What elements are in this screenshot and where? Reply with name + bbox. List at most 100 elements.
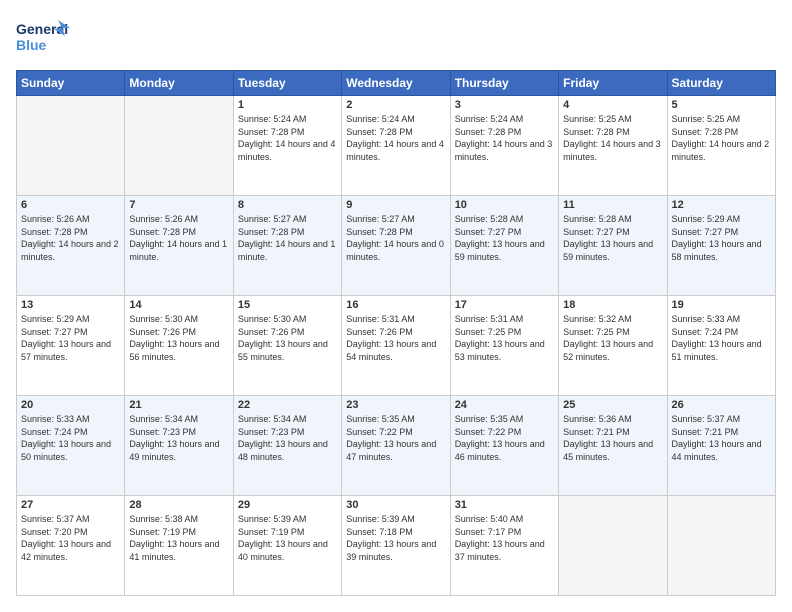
- day-info: Sunrise: 5:33 AMSunset: 7:24 PMDaylight:…: [21, 413, 120, 463]
- calendar-day: 8 Sunrise: 5:27 AMSunset: 7:28 PMDaylight…: [233, 196, 341, 296]
- day-number: 14: [129, 299, 228, 311]
- calendar-day: 28 Sunrise: 5:38 AMSunset: 7:19 PMDayligh…: [125, 496, 233, 596]
- day-info: Sunrise: 5:31 AMSunset: 7:26 PMDaylight:…: [346, 313, 445, 363]
- calendar-week-1: 1 Sunrise: 5:24 AMSunset: 7:28 PMDaylight…: [17, 96, 776, 196]
- day-header-monday: Monday: [125, 71, 233, 96]
- calendar-day: 30 Sunrise: 5:39 AMSunset: 7:18 PMDayligh…: [342, 496, 450, 596]
- day-info: Sunrise: 5:40 AMSunset: 7:17 PMDaylight:…: [455, 513, 554, 563]
- calendar-day: 5 Sunrise: 5:25 AMSunset: 7:28 PMDaylight…: [667, 96, 775, 196]
- calendar-table: SundayMondayTuesdayWednesdayThursdayFrid…: [16, 70, 776, 596]
- calendar-week-2: 6Sunrise: 5:26 AMSunset: 7:28 PMDaylight…: [17, 196, 776, 296]
- calendar-header-row: SundayMondayTuesdayWednesdayThursdayFrid…: [17, 71, 776, 96]
- day-info: Sunrise: 5:39 AMSunset: 7:19 PMDaylight:…: [238, 513, 337, 563]
- calendar-day: 9 Sunrise: 5:27 AMSunset: 7:28 PMDaylight…: [342, 196, 450, 296]
- day-number: 21: [129, 399, 228, 411]
- day-info: Sunrise: 5:24 AMSunset: 7:28 PMDaylight:…: [455, 113, 554, 163]
- day-header-thursday: Thursday: [450, 71, 558, 96]
- day-number: 31: [455, 499, 554, 511]
- calendar-day: 24Sunrise: 5:35 AMSunset: 7:22 PMDayligh…: [450, 396, 558, 496]
- day-number: 7: [129, 199, 228, 211]
- day-info: Sunrise: 5:29 AMSunset: 7:27 PMDaylight:…: [672, 213, 771, 263]
- day-info: Sunrise: 5:31 AMSunset: 7:25 PMDaylight:…: [455, 313, 554, 363]
- day-info: Sunrise: 5:24 AMSunset: 7:28 PMDaylight:…: [346, 113, 445, 163]
- day-number: 20: [21, 399, 120, 411]
- day-info: Sunrise: 5:33 AMSunset: 7:24 PMDaylight:…: [672, 313, 771, 363]
- calendar-day: 22Sunrise: 5:34 AMSunset: 7:23 PMDayligh…: [233, 396, 341, 496]
- calendar-day: 15 Sunrise: 5:30 AMSunset: 7:26 PMDayligh…: [233, 296, 341, 396]
- calendar-week-3: 13 Sunrise: 5:29 AMSunset: 7:27 PMDayligh…: [17, 296, 776, 396]
- day-number: 13: [21, 299, 120, 311]
- day-info: Sunrise: 5:39 AMSunset: 7:18 PMDaylight:…: [346, 513, 445, 563]
- day-info: Sunrise: 5:30 AMSunset: 7:26 PMDaylight:…: [129, 313, 228, 363]
- day-info: Sunrise: 5:26 AMSunset: 7:28 PMDaylight:…: [129, 213, 228, 263]
- calendar-day: 6Sunrise: 5:26 AMSunset: 7:28 PMDaylight…: [17, 196, 125, 296]
- day-number: 30: [346, 499, 445, 511]
- day-number: 18: [563, 299, 662, 311]
- calendar-day: 17 Sunrise: 5:31 AMSunset: 7:25 PMDayligh…: [450, 296, 558, 396]
- calendar-day: 12Sunrise: 5:29 AMSunset: 7:27 PMDayligh…: [667, 196, 775, 296]
- day-number: 28: [129, 499, 228, 511]
- calendar-day: 4 Sunrise: 5:25 AMSunset: 7:28 PMDaylight…: [559, 96, 667, 196]
- calendar-page: GeneralBlue SundayMondayTuesdayWednesday…: [0, 0, 792, 612]
- calendar-day: 26 Sunrise: 5:37 AMSunset: 7:21 PMDayligh…: [667, 396, 775, 496]
- day-header-friday: Friday: [559, 71, 667, 96]
- day-number: 8: [238, 199, 337, 211]
- day-info: Sunrise: 5:25 AMSunset: 7:28 PMDaylight:…: [563, 113, 662, 163]
- day-number: 5: [672, 99, 771, 111]
- day-info: Sunrise: 5:30 AMSunset: 7:26 PMDaylight:…: [238, 313, 337, 363]
- day-number: 26: [672, 399, 771, 411]
- calendar-day: 2 Sunrise: 5:24 AMSunset: 7:28 PMDaylight…: [342, 96, 450, 196]
- day-info: Sunrise: 5:35 AMSunset: 7:22 PMDaylight:…: [346, 413, 445, 463]
- calendar-day: 13 Sunrise: 5:29 AMSunset: 7:27 PMDayligh…: [17, 296, 125, 396]
- day-info: Sunrise: 5:37 AMSunset: 7:21 PMDaylight:…: [672, 413, 771, 463]
- calendar-day: 23 Sunrise: 5:35 AMSunset: 7:22 PMDayligh…: [342, 396, 450, 496]
- calendar-day: 27Sunrise: 5:37 AMSunset: 7:20 PMDayligh…: [17, 496, 125, 596]
- svg-text:Blue: Blue: [16, 37, 47, 53]
- day-info: Sunrise: 5:38 AMSunset: 7:19 PMDaylight:…: [129, 513, 228, 563]
- header: GeneralBlue: [16, 16, 776, 60]
- day-number: 4: [563, 99, 662, 111]
- calendar-day: 10 Sunrise: 5:28 AMSunset: 7:27 PMDayligh…: [450, 196, 558, 296]
- day-info: Sunrise: 5:35 AMSunset: 7:22 PMDaylight:…: [455, 413, 554, 463]
- calendar-day: 18Sunrise: 5:32 AMSunset: 7:25 PMDayligh…: [559, 296, 667, 396]
- calendar-day: [17, 96, 125, 196]
- calendar-day: 19Sunrise: 5:33 AMSunset: 7:24 PMDayligh…: [667, 296, 775, 396]
- day-info: Sunrise: 5:26 AMSunset: 7:28 PMDaylight:…: [21, 213, 120, 263]
- day-number: 2: [346, 99, 445, 111]
- calendar-week-4: 20 Sunrise: 5:33 AMSunset: 7:24 PMDayligh…: [17, 396, 776, 496]
- calendar-day: 7 Sunrise: 5:26 AMSunset: 7:28 PMDaylight…: [125, 196, 233, 296]
- calendar-day: [125, 96, 233, 196]
- calendar-day: 29Sunrise: 5:39 AMSunset: 7:19 PMDayligh…: [233, 496, 341, 596]
- day-number: 1: [238, 99, 337, 111]
- day-info: Sunrise: 5:25 AMSunset: 7:28 PMDaylight:…: [672, 113, 771, 163]
- day-info: Sunrise: 5:28 AMSunset: 7:27 PMDaylight:…: [455, 213, 554, 263]
- day-number: 9: [346, 199, 445, 211]
- day-number: 25: [563, 399, 662, 411]
- day-header-saturday: Saturday: [667, 71, 775, 96]
- calendar-day: 20 Sunrise: 5:33 AMSunset: 7:24 PMDayligh…: [17, 396, 125, 496]
- day-info: Sunrise: 5:28 AMSunset: 7:27 PMDaylight:…: [563, 213, 662, 263]
- day-header-wednesday: Wednesday: [342, 71, 450, 96]
- calendar-day: 14 Sunrise: 5:30 AMSunset: 7:26 PMDayligh…: [125, 296, 233, 396]
- day-number: 27: [21, 499, 120, 511]
- calendar-day: 21 Sunrise: 5:34 AMSunset: 7:23 PMDayligh…: [125, 396, 233, 496]
- day-info: Sunrise: 5:24 AMSunset: 7:28 PMDaylight:…: [238, 113, 337, 163]
- day-number: 17: [455, 299, 554, 311]
- day-info: Sunrise: 5:27 AMSunset: 7:28 PMDaylight:…: [238, 213, 337, 263]
- day-number: 3: [455, 99, 554, 111]
- day-header-sunday: Sunday: [17, 71, 125, 96]
- day-number: 15: [238, 299, 337, 311]
- calendar-week-5: 27Sunrise: 5:37 AMSunset: 7:20 PMDayligh…: [17, 496, 776, 596]
- calendar-day: 16Sunrise: 5:31 AMSunset: 7:26 PMDayligh…: [342, 296, 450, 396]
- day-info: Sunrise: 5:34 AMSunset: 7:23 PMDaylight:…: [129, 413, 228, 463]
- day-info: Sunrise: 5:34 AMSunset: 7:23 PMDaylight:…: [238, 413, 337, 463]
- calendar-day: [559, 496, 667, 596]
- day-info: Sunrise: 5:27 AMSunset: 7:28 PMDaylight:…: [346, 213, 445, 263]
- day-number: 10: [455, 199, 554, 211]
- day-header-tuesday: Tuesday: [233, 71, 341, 96]
- day-info: Sunrise: 5:29 AMSunset: 7:27 PMDaylight:…: [21, 313, 120, 363]
- day-number: 23: [346, 399, 445, 411]
- calendar-day: 11 Sunrise: 5:28 AMSunset: 7:27 PMDayligh…: [559, 196, 667, 296]
- day-number: 11: [563, 199, 662, 211]
- calendar-day: 1 Sunrise: 5:24 AMSunset: 7:28 PMDaylight…: [233, 96, 341, 196]
